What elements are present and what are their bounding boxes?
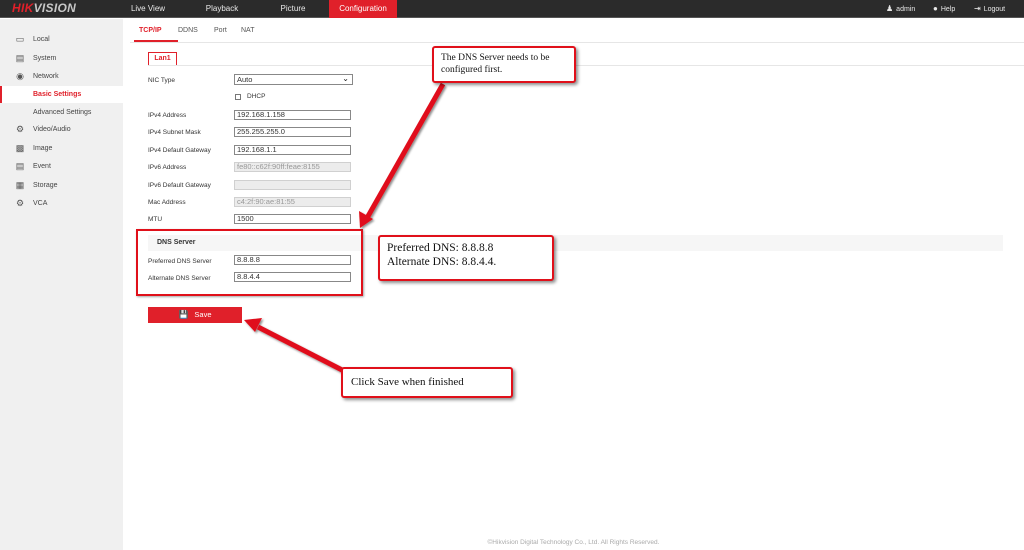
help-link[interactable]: ● Help [933, 0, 955, 18]
mac-address-input: c4:2f:90:ae:81:55 [234, 197, 351, 207]
ipv4-gateway-label: IPv4 Default Gateway [148, 147, 211, 154]
ipv4-address-label: IPv4 Address [148, 112, 187, 119]
sidebar-item-label: System [33, 55, 57, 62]
callout-alternate-dns: Alternate DNS: 8.8.4.4. [387, 256, 497, 268]
arrow-head [359, 211, 373, 228]
callout-preferred-dns: Preferred DNS: 8.8.8.8 [387, 242, 494, 254]
sidebar-item-label: VCA [33, 200, 48, 207]
lan-tab-divider [148, 65, 1024, 66]
nic-type-label: NIC Type [148, 77, 175, 84]
tab-ddns[interactable]: DDNS [178, 27, 198, 41]
user-menu[interactable]: ♟ admin [886, 0, 915, 18]
copyright-footer: ©Hikvision Digital Technology Co., Ltd. … [487, 539, 660, 546]
sidebar-item-label: Event [33, 163, 51, 170]
sidebar-item-label: Local [33, 36, 50, 43]
tab-tcp-ip[interactable]: TCP/IP [139, 27, 162, 41]
storage-icon: ▦ [15, 180, 25, 190]
system-icon: ▤ [15, 53, 25, 63]
sidebar-item-label: Video/Audio [33, 126, 71, 133]
ipv4-subnet-input[interactable]: 255.255.255.0 [234, 127, 351, 137]
logo-prefix: HIK [12, 1, 34, 15]
sidebar: ▭ Local ▤ System ◉ Network Basic Settings A… [0, 19, 123, 550]
sidebar-subitem-basic-settings[interactable]: Basic Settings [0, 86, 123, 103]
logout-label: Logout [983, 6, 1006, 13]
hikvision-logo: HIKVISION [12, 1, 76, 15]
mac-address-label: Mac Address [148, 199, 186, 206]
sidebar-item-network[interactable]: ◉ Network [0, 68, 123, 85]
dhcp-checkbox[interactable] [235, 94, 241, 100]
video-audio-icon: ⚙ [15, 124, 25, 134]
arrow-shaft [364, 82, 446, 220]
logout-link[interactable]: ⇥ Logout [974, 0, 1005, 18]
sidebar-item-label: Network [33, 73, 59, 80]
sidebar-item-image[interactable]: ▩ Image [0, 140, 123, 157]
ipv6-address-label: IPv6 Address [148, 164, 187, 171]
monitor-icon: ▭ [15, 34, 25, 44]
image-icon: ▩ [15, 143, 25, 153]
sidebar-item-video-audio[interactable]: ⚙ Video/Audio [0, 121, 123, 138]
dns-highlight-box [136, 229, 363, 296]
sidebar-item-label: Storage [33, 182, 58, 189]
tab-lan1[interactable]: Lan1 [148, 52, 177, 66]
tab-nat[interactable]: NAT [241, 27, 254, 41]
user-label: admin [896, 6, 916, 13]
arrow-to-dns-box [359, 82, 446, 228]
tab-divider [130, 42, 1024, 43]
ipv6-gateway-input [234, 180, 351, 190]
callout-dns-values: Preferred DNS: 8.8.8.8 Alternate DNS: 8.… [378, 235, 554, 281]
arrow-head [244, 318, 262, 332]
arrow-shaft [256, 324, 348, 375]
callout-save-note: Click Save when finished [341, 367, 513, 398]
ipv4-subnet-label: IPv4 Subnet Mask [148, 129, 201, 136]
dhcp-label: DHCP [247, 93, 266, 100]
sidebar-item-local[interactable]: ▭ Local [0, 31, 123, 48]
nic-type-value: Auto [237, 75, 253, 84]
save-label: Save [194, 310, 212, 319]
user-icon: ♟ [886, 4, 894, 13]
chevron-down-icon: ⌄ [342, 74, 349, 83]
ipv4-gateway-input[interactable]: 192.168.1.1 [234, 145, 351, 155]
nav-tab-picture[interactable]: Picture [268, 0, 318, 18]
nav-tab-configuration[interactable]: Configuration [329, 0, 397, 18]
nav-tab-live-view[interactable]: Live View [123, 0, 173, 18]
arrow-to-save-button [244, 318, 348, 375]
nav-tab-playback[interactable]: Playback [193, 0, 251, 18]
top-navigation-bar: HIKVISION Live View Playback Picture Con… [0, 0, 1024, 18]
callout-dns-note: The DNS Server needs to be configured fi… [432, 46, 576, 83]
tab-port[interactable]: Port [214, 27, 227, 41]
ipv4-address-input[interactable]: 192.168.1.158 [234, 110, 351, 120]
ipv6-gateway-label: IPv6 Default Gateway [148, 182, 211, 189]
event-icon: ▤ [15, 161, 25, 171]
sidebar-item-system[interactable]: ▤ System [0, 50, 123, 67]
nic-type-select[interactable]: Auto ⌄ [234, 74, 353, 85]
sidebar-subitem-advanced-settings[interactable]: Advanced Settings [0, 104, 123, 121]
logo-suffix: VISION [33, 1, 77, 15]
mtu-input[interactable]: 1500 [234, 214, 351, 224]
sidebar-item-storage[interactable]: ▦ Storage [0, 177, 123, 194]
vca-icon: ⚙ [15, 198, 25, 208]
ipv6-address-input: fe80::c62f:90ff:feae:8155 [234, 162, 351, 172]
sidebar-item-event[interactable]: ▤ Event [0, 158, 123, 175]
help-label: Help [940, 6, 956, 13]
save-icon: 💾 [178, 310, 189, 319]
save-button[interactable]: 💾 Save [148, 307, 242, 323]
logout-icon: ⇥ [974, 4, 981, 13]
mtu-label: MTU [148, 216, 163, 223]
sidebar-item-label: Image [33, 145, 53, 152]
globe-icon: ◉ [16, 71, 24, 81]
help-icon: ● [933, 4, 938, 13]
sidebar-item-vca[interactable]: ⚙ VCA [0, 195, 123, 212]
